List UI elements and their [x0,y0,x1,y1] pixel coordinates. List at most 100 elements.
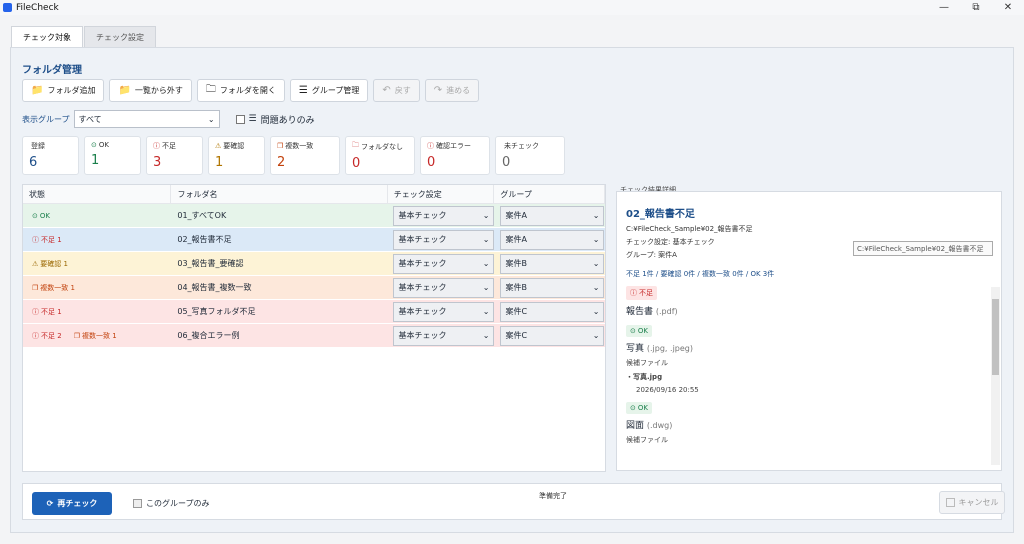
app-icon [3,3,12,12]
stat-label: 未チェック [504,142,539,150]
tab-check-settings[interactable]: チェック設定 [84,26,156,47]
status-cell: ⓘ 不足 1 [23,300,171,323]
redo-button[interactable]: ↷ 進める [424,79,480,102]
status-badge: ⊙ OK [32,211,50,220]
table-row[interactable]: ⓘ 不足 1 05_写真フォルダ不足 基本チェック ⌄ 案件C ⌄ [23,300,605,324]
group-select[interactable]: 案件A ⌄ [500,229,605,250]
chevron-down-icon: ⌄ [482,211,490,220]
stat-value: 3 [153,155,162,170]
group-cell: 案件C ⌄ [494,300,605,323]
header-folder-name[interactable]: フォルダ名 [171,185,388,203]
chevron-down-icon: ⌄ [482,235,490,244]
group-select[interactable]: 案件C ⌄ [500,301,605,322]
setting-cell: 基本チェック ⌄ [387,324,495,347]
problems-only-checkbox[interactable] [235,114,245,124]
badge-icon: ⊙ [630,327,636,335]
remove-from-list-button[interactable]: 📁 一覧から外す [109,79,192,102]
status-icon: ⊙ [32,211,38,220]
detail-item: ⓘ 不足 報告書 (.pdf) [626,286,990,317]
open-folder-label: フォルダを開く [219,86,276,95]
scrollbar-thumb[interactable] [992,299,999,375]
recheck-button[interactable]: ⟳ 再チェック [32,492,112,515]
stat-label: 登録 [31,142,45,150]
stat-icon: ⊙ [91,141,97,149]
table-row[interactable]: ❐ 複数一致 1 04_報告書_複数一致 基本チェック ⌄ 案件B ⌄ [23,276,605,300]
check-setting-select[interactable]: 基本チェック ⌄ [393,301,495,322]
detail-item: ⊙ OK 図面 (.dwg) 候補ファイル [626,402,990,445]
table-row[interactable]: ⊙ OK 01_すべてOK 基本チェック ⌄ 案件A ⌄ [23,204,605,228]
undo-icon: ↶ [382,85,391,96]
detail-path: C:¥FileCheck_Sample¥02_報告書不足 [626,225,753,233]
group-filter-select[interactable]: すべて ⌄ [73,110,220,128]
detail-group: グループ: 案件A [626,251,677,259]
group-select[interactable]: 案件B ⌄ [500,277,605,298]
folder-name-cell: 03_報告書_要確認 [177,259,244,268]
chevron-down-icon: ⌄ [482,307,490,316]
check-setting-select[interactable]: 基本チェック ⌄ [393,229,495,250]
group-filter-label: 表示グループ [22,114,70,124]
problems-only-label: 問題ありのみ [260,115,315,126]
cancel-label: キャンセル [958,498,999,507]
group-only-option[interactable]: このグループのみ [133,498,210,509]
header-check-setting[interactable]: チェック設定 [388,185,495,203]
chevron-down-icon: ⌄ [592,331,600,340]
detail-scrollbar[interactable] [991,287,1000,465]
group-manage-button[interactable]: ☰ グループ管理 [289,79,369,102]
check-setting-select[interactable]: 基本チェック ⌄ [393,325,495,346]
chevron-down-icon: ⌄ [207,114,215,124]
title-bar: FileCheck — ⧉ ✕ [0,0,1024,15]
group-select[interactable]: 案件C ⌄ [500,325,605,346]
stat-card: 未チェック 0 [495,136,565,175]
stat-card: ❐ 複数一致 2 [270,136,340,175]
stat-value: 0 [352,156,361,171]
chevron-down-icon: ⌄ [592,235,600,244]
check-setting-select[interactable]: 基本チェック ⌄ [393,277,495,298]
stat-card: ⓘ 確認エラー 0 [420,136,490,175]
open-folder-button[interactable]: 🗀 フォルダを開く [196,79,285,102]
folder-table: 状態 フォルダ名 チェック設定 グループ ⊙ OK 01_すべてOK 基本チェック… [22,184,606,472]
maximize-button[interactable]: ⧉ [960,0,992,15]
chevron-down-icon: ⌄ [592,259,600,268]
stat-label: ❐ 複数一致 [277,142,314,150]
status-cell: ⓘ 不足 2 ❐ 複数一致 1 [23,324,171,347]
stat-icon: ❐ [277,142,284,150]
stat-icon: ⚠ [215,142,222,150]
group-cell: 案件C ⌄ [494,324,605,347]
minimize-button[interactable]: — [928,0,960,15]
stats-row: 登録 6 ⊙ OK 1 ⓘ 不足 3 ⚠ 要確認 1 ❐ 複数一致 2 🗀 フォルダなし 0 ⓘ 確認エラー 0 未チェ… [22,136,565,175]
open-folder-icon: 🗀 [205,84,216,95]
stat-card: 🗀 フォルダなし 0 [345,136,415,175]
stat-card: ⊙ OK 1 [84,136,141,175]
stat-value: 0 [427,155,436,170]
folder-name-cell: 01_すべてOK [177,211,227,220]
section-title: フォルダ管理 [22,65,82,76]
header-status[interactable]: 状態 [23,185,172,203]
cancel-button[interactable]: キャンセル [939,491,1005,514]
status-icon: ⓘ [32,235,39,244]
detail-summary: 不足 1件 / 要確認 0件 / 複数一致 0件 / OK 3件 [626,270,775,278]
detail-item-sub: ・写真.jpg [626,373,663,381]
stat-label: ⓘ 不足 [153,142,176,150]
add-folder-button[interactable]: 📁 フォルダ追加 [22,79,105,102]
detail-item-badge: ⊙ OK [626,325,652,337]
table-row[interactable]: ⚠ 要確認 1 03_報告書_要確認 基本チェック ⌄ 案件B ⌄ [23,252,605,276]
add-folder-label: フォルダ追加 [47,86,96,95]
tab-check-target[interactable]: チェック対象 [11,26,83,48]
header-group[interactable]: グループ [494,185,605,203]
table-row[interactable]: ⓘ 不足 2 ❐ 複数一致 1 06_複合エラー例 基本チェック ⌄ 案件C ⌄ [23,324,605,348]
check-setting-select[interactable]: 基本チェック ⌄ [393,253,495,274]
setting-cell: 基本チェック ⌄ [387,204,495,227]
table-row[interactable]: ⓘ 不足 1 02_報告書不足 基本チェック ⌄ 案件A ⌄ [23,228,605,252]
group-select[interactable]: 案件A ⌄ [500,205,605,226]
group-only-checkbox[interactable] [133,499,142,508]
detail-item: ⊙ OK 写真 (.jpg, .jpeg) 候補ファイル ・写真.jpg 2026/0… [626,325,990,394]
badge-icon: ⊙ [630,404,636,412]
undo-label: 戻す [394,86,411,95]
check-setting-select[interactable]: 基本チェック ⌄ [393,205,495,226]
close-button[interactable]: ✕ [992,0,1024,15]
status-icon: ❐ [73,331,80,340]
stat-icon: ⓘ [153,142,160,150]
undo-button[interactable]: ↶ 戻す [373,79,420,102]
status-badge: ⚠ 要確認 1 [32,259,68,268]
group-select[interactable]: 案件B ⌄ [500,253,605,274]
